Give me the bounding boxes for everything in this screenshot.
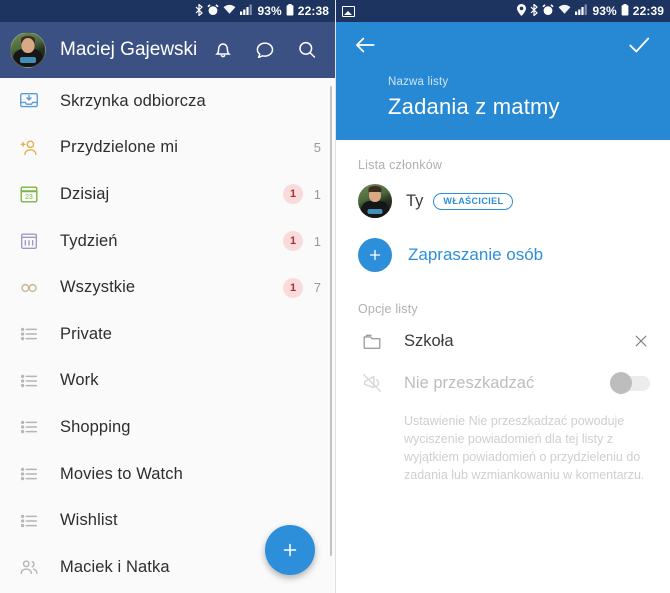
do-not-disturb-label: Nie przeszkadzać: [404, 373, 535, 392]
week-icon: [16, 230, 42, 252]
sidebar-nav-list: Skrzynka odbiorcza Przydzielone mi 5 23 …: [0, 78, 335, 593]
member-row[interactable]: Ty WŁAŚCICIEL: [336, 176, 670, 226]
battery-icon: [286, 3, 294, 19]
back-arrow-icon[interactable]: [352, 32, 378, 63]
chat-bubble-icon[interactable]: [253, 38, 277, 62]
sidebar-item-count: 5: [313, 140, 321, 156]
alarm-icon: [542, 3, 554, 19]
signal-icon: [575, 4, 588, 18]
folder-icon: [358, 330, 386, 352]
folder-option-row[interactable]: Szkoła: [336, 320, 670, 362]
invite-people-row[interactable]: Zapraszanie osób: [336, 226, 670, 284]
svg-text:23: 23: [25, 195, 33, 202]
sidebar-scrollbar[interactable]: [329, 86, 332, 556]
dual-screenshot-container: 93% 22:38 Maciej Gajewski Skrzynka odbio…: [0, 0, 670, 593]
do-not-disturb-row[interactable]: Nie przeszkadzać: [336, 362, 670, 404]
sidebar-item-label: Tydzień: [60, 231, 118, 250]
page-title: Maciej Gajewski: [60, 39, 198, 60]
mute-megaphone-icon: [358, 372, 386, 394]
member-avatar: [358, 184, 392, 218]
search-icon[interactable]: [295, 38, 319, 62]
right-status-icons: 93% 22:39: [517, 2, 664, 19]
sidebar-item-count: 1: [313, 233, 321, 249]
left-phone-screen: 93% 22:38 Maciej Gajewski Skrzynka odbio…: [0, 0, 335, 593]
notifications-bell-icon[interactable]: [211, 38, 235, 62]
sidebar-item-count: 1: [313, 186, 321, 202]
checkmark-icon[interactable]: [626, 32, 652, 63]
sidebar-item-inbox[interactable]: Skrzynka odbiorcza: [0, 78, 335, 125]
sidebar-item-label: Shopping: [60, 417, 131, 436]
list-name-hero: Nazwa listy Zadania z matmy: [336, 22, 670, 140]
sidebar-item-label: Skrzynka odbiorcza: [60, 91, 206, 110]
location-icon: [517, 3, 527, 19]
avatar[interactable]: [10, 32, 46, 68]
wifi-icon: [558, 4, 571, 18]
sidebar-item-today[interactable]: 23 Dzisiaj 1 1: [0, 171, 335, 218]
sidebar-item-movies-to-watch[interactable]: Movies to Watch: [0, 451, 335, 498]
wifi-icon: [223, 4, 236, 18]
left-status-bar: 93% 22:38: [0, 0, 335, 22]
bluetooth-icon: [530, 2, 539, 19]
left-app-bar: Maciej Gajewski: [0, 22, 335, 78]
inbox-icon: [16, 90, 42, 112]
sidebar-item-work[interactable]: Work: [0, 358, 335, 405]
list-icon: [16, 323, 42, 345]
sidebar-item-badge: 1: [283, 184, 303, 205]
sidebar-item-private[interactable]: Private: [0, 311, 335, 358]
signal-icon: [240, 4, 253, 18]
app-bar-actions: [211, 38, 319, 62]
list-icon: [16, 463, 42, 485]
sidebar-item-count: 7: [313, 280, 321, 296]
add-button[interactable]: [265, 525, 315, 575]
left-clock: 22:38: [297, 4, 329, 18]
list-icon: [16, 416, 42, 438]
calendar-icon: 23: [16, 183, 42, 205]
infinity-icon: [16, 277, 42, 299]
hero-toolbar: [336, 22, 670, 72]
list-name-input[interactable]: Zadania z matmy: [388, 94, 670, 120]
do-not-disturb-toggle[interactable]: [610, 372, 650, 394]
list-name-field-label: Nazwa listy: [388, 76, 449, 88]
sidebar-item-label: Work: [60, 371, 99, 390]
right-phone-screen: 93% 22:39 Nazwa listy Zadania z matmy Li…: [336, 0, 670, 593]
plus-icon: [358, 238, 392, 272]
close-icon[interactable]: [632, 332, 650, 350]
right-battery-percent: 93%: [592, 4, 617, 18]
battery-icon: [621, 3, 629, 19]
people-icon: [16, 556, 42, 578]
sidebar-item-assigned[interactable]: Przydzielone mi 5: [0, 125, 335, 172]
sidebar-item-week[interactable]: Tydzień 1 1: [0, 218, 335, 265]
right-status-bar: 93% 22:39: [336, 0, 670, 22]
list-icon: [16, 370, 42, 392]
left-battery-percent: 93%: [257, 4, 282, 18]
folder-label: Szkoła: [404, 331, 454, 350]
options-section-label: Opcje listy: [358, 302, 418, 316]
sidebar-item-label: Przydzielone mi: [60, 138, 178, 157]
do-not-disturb-description: Ustawienie Nie przeszkadzać powoduje wyc…: [404, 414, 645, 483]
sidebar-item-badge: 1: [283, 277, 303, 298]
sidebar-item-badge: 1: [283, 231, 303, 252]
sidebar-item-all[interactable]: Wszystkie 1 7: [0, 264, 335, 311]
sidebar-item-label: Private: [60, 324, 113, 343]
sidebar-item-label: Movies to Watch: [60, 464, 183, 483]
list-icon: [16, 510, 42, 532]
owner-badge: WŁAŚCICIEL: [433, 192, 514, 210]
invite-people-label: Zapraszanie osób: [408, 245, 544, 264]
member-name: Ty: [406, 191, 424, 210]
sidebar-item-label: Dzisiaj: [60, 184, 110, 203]
members-section-label: Lista członków: [358, 158, 443, 172]
sidebar-item-shopping[interactable]: Shopping: [0, 404, 335, 451]
alarm-icon: [207, 3, 219, 19]
right-clock: 22:39: [632, 4, 664, 18]
sidebar-item-label: Wszystkie: [60, 278, 136, 297]
screenshot-image-icon: [342, 5, 355, 17]
assigned-person-icon: [16, 137, 42, 159]
bluetooth-icon: [195, 2, 204, 19]
left-status-icons: 93% 22:38: [195, 2, 329, 19]
